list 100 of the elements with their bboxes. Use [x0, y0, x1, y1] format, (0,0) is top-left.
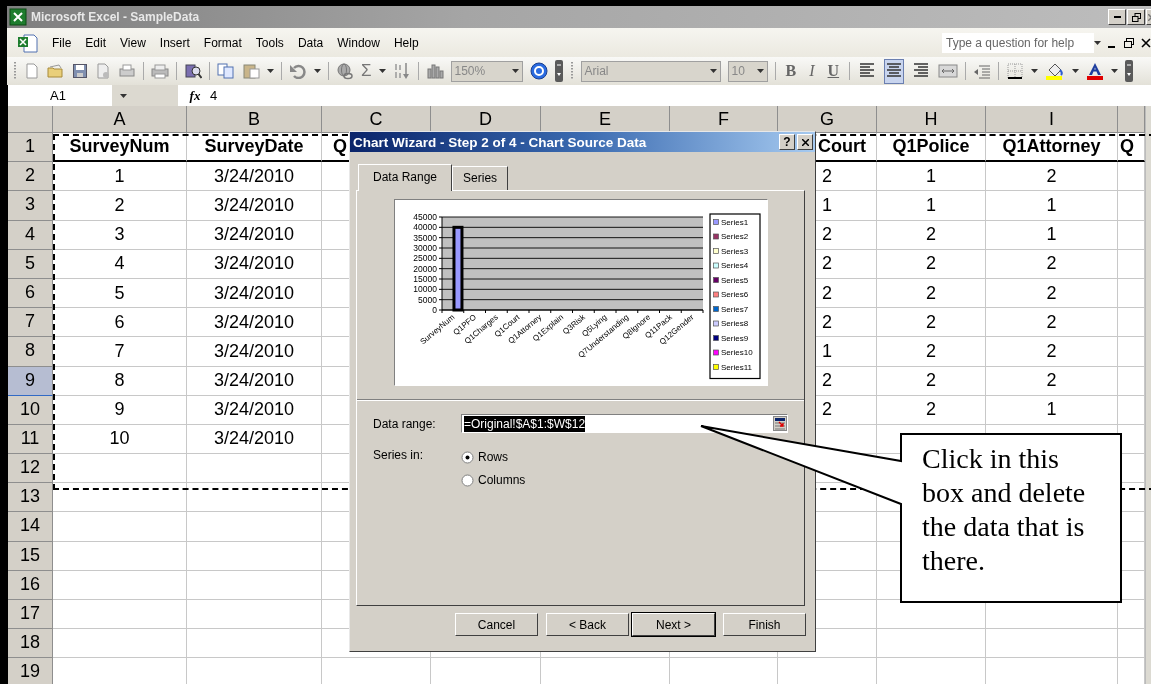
legend-label: Series3 — [721, 246, 749, 256]
radio-label[interactable]: Columns — [478, 473, 526, 487]
caret-icon[interactable] — [378, 69, 386, 73]
row-header[interactable]: 13 — [8, 483, 53, 513]
column-header[interactable]: G — [778, 106, 877, 133]
font-color-icon[interactable] — [1086, 62, 1105, 80]
minimize-button[interactable] — [1108, 9, 1126, 25]
dialog-button[interactable]: Cancel — [455, 613, 538, 636]
radio-button[interactable] — [461, 450, 474, 464]
help-icon[interactable] — [529, 62, 548, 80]
chevron-icon[interactable] — [1125, 60, 1134, 82]
caret-icon[interactable] — [1031, 69, 1039, 73]
align-center-icon[interactable] — [886, 60, 903, 79]
formula-field[interactable]: 4 — [206, 85, 1151, 106]
dialog-button[interactable]: Finish — [723, 613, 806, 636]
column-header[interactable]: E — [541, 106, 670, 133]
align-left-icon[interactable] — [859, 60, 876, 79]
fill-color-icon[interactable] — [1045, 62, 1066, 80]
dialog-button[interactable]: Next > — [632, 613, 715, 636]
tab[interactable]: Series — [452, 166, 509, 190]
row-header[interactable]: 5 — [8, 249, 53, 279]
row-header[interactable]: 12 — [8, 454, 53, 484]
axis-tick-label: 40000 — [413, 222, 437, 233]
row-header[interactable]: 19 — [8, 658, 53, 684]
chart-icon[interactable] — [425, 62, 444, 80]
close-button[interactable] — [797, 134, 813, 150]
row-header[interactable]: 7 — [8, 308, 53, 338]
menu-item[interactable]: Window — [330, 33, 387, 52]
chevron-icon[interactable] — [554, 60, 563, 82]
table-cell: 2 — [877, 308, 986, 338]
copy-icon[interactable] — [217, 63, 235, 79]
row-header[interactable]: 14 — [8, 512, 53, 542]
column-header[interactable]: D — [431, 106, 541, 133]
radio-button[interactable] — [461, 473, 474, 487]
research-icon[interactable] — [184, 62, 202, 80]
align-right-icon[interactable] — [913, 60, 930, 79]
merge-icon[interactable] — [938, 63, 959, 79]
spreadsheet-document-icon[interactable] — [17, 32, 39, 53]
column-header[interactable]: F — [670, 106, 778, 133]
table-cell: 4 — [53, 249, 187, 279]
row-header[interactable]: 11 — [8, 424, 53, 455]
menu-item[interactable]: Help — [386, 33, 426, 52]
row-header[interactable]: 6 — [8, 278, 53, 309]
caret-icon[interactable] — [1111, 69, 1119, 73]
column-header[interactable]: B — [187, 106, 322, 133]
italic-button[interactable]: I — [806, 62, 818, 80]
data-range-field[interactable]: =Original!$A$1:$W$12 — [461, 414, 788, 433]
menu-item[interactable]: Data — [290, 33, 331, 52]
axis-tick-label: 10000 — [413, 284, 437, 295]
column-header[interactable]: A — [53, 106, 187, 133]
caret-icon[interactable] — [1072, 69, 1080, 73]
restore-button[interactable] — [1127, 9, 1145, 25]
row-header[interactable]: 15 — [8, 541, 53, 571]
save-icon[interactable] — [72, 63, 88, 79]
row-header[interactable]: 9 — [8, 366, 53, 396]
menu-item[interactable]: Format — [196, 33, 249, 52]
row-header[interactable]: 2 — [8, 162, 53, 192]
column-header[interactable]: I — [986, 106, 1118, 133]
row-header[interactable]: 16 — [8, 570, 53, 600]
row-header[interactable]: 17 — [8, 600, 53, 630]
dialog-button[interactable]: < Back — [546, 613, 629, 636]
menu-item[interactable]: Edit — [78, 33, 114, 52]
caret-icon[interactable] — [267, 69, 274, 73]
radio-label[interactable]: Rows — [478, 450, 508, 464]
indent-icon[interactable] — [973, 63, 992, 79]
row-header[interactable]: 10 — [8, 395, 53, 425]
menu-item[interactable]: File — [45, 33, 79, 52]
table-cell: 2 — [986, 366, 1118, 396]
restore-icon[interactable] — [1123, 36, 1135, 49]
menu-item[interactable]: View — [113, 33, 153, 52]
column-header[interactable]: C — [322, 106, 431, 133]
spreadsheet-icon — [9, 8, 27, 26]
table-cell: 2 — [877, 249, 986, 279]
underline-button[interactable]: U — [824, 62, 843, 80]
globe-icon[interactable] — [336, 62, 354, 80]
sort-icon[interactable] — [392, 62, 411, 80]
borders-icon[interactable] — [1006, 62, 1025, 80]
menu-item[interactable]: Tools — [248, 33, 291, 52]
autosum-button[interactable]: Σ — [361, 61, 372, 81]
caret-icon[interactable] — [314, 69, 321, 73]
menu-item[interactable]: Insert — [152, 33, 197, 52]
undo-icon[interactable] — [289, 63, 307, 79]
row-header[interactable]: 8 — [8, 337, 53, 367]
caret-icon[interactable] — [1094, 40, 1101, 45]
print-icon[interactable] — [151, 63, 169, 79]
tab[interactable]: Data Range — [358, 164, 453, 191]
row-header[interactable]: 3 — [8, 191, 53, 221]
axis-tick-label: 30000 — [413, 243, 437, 253]
row-header[interactable]: 4 — [8, 220, 53, 250]
help-search-field[interactable]: Type a question for help — [942, 32, 1094, 53]
close-icon[interactable] — [1141, 36, 1151, 49]
column-header[interactable]: H — [877, 106, 986, 133]
collapse-dialog-icon[interactable] — [773, 416, 787, 431]
help-button[interactable]: ? — [779, 134, 795, 150]
paste-icon[interactable] — [242, 63, 260, 79]
row-header[interactable]: 1 — [8, 133, 53, 163]
caret-icon[interactable] — [120, 93, 127, 98]
vertical-scrollbar[interactable] — [1145, 106, 1151, 684]
row-header[interactable]: 18 — [8, 629, 53, 659]
bold-button[interactable]: B — [782, 62, 800, 80]
